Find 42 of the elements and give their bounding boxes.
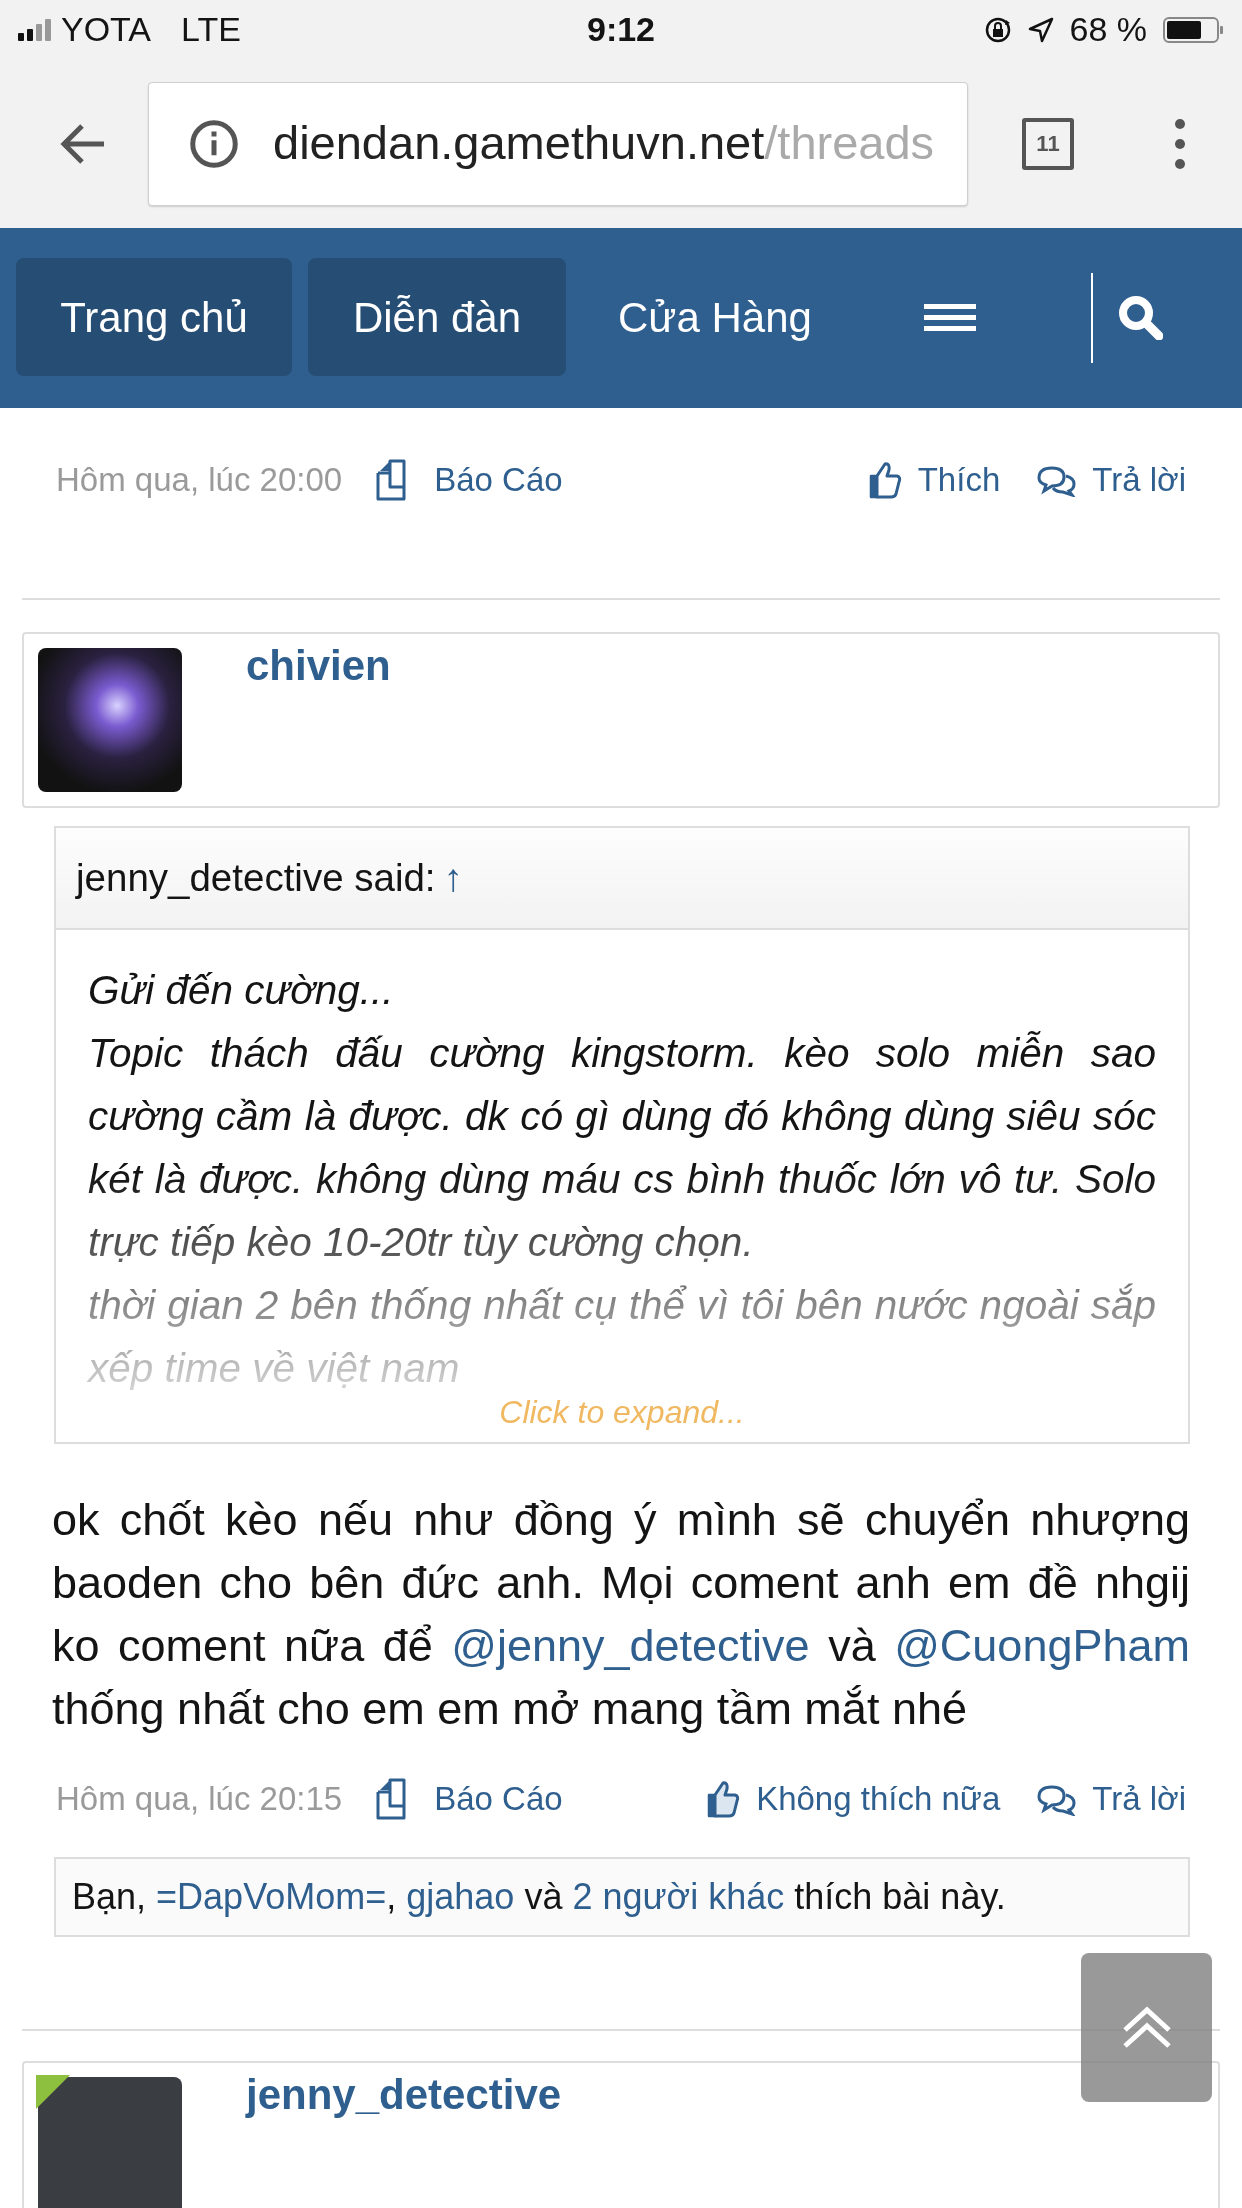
info-icon: [189, 118, 239, 169]
report-link[interactable]: Báo Cáo: [376, 455, 563, 505]
likes-summary: Bạn, =DapVoMom=, gjahao và 2 người khác thích bài này.: [72, 1875, 1006, 1919]
location-arrow-icon: [1027, 16, 1054, 43]
carrier-name: YOTA: [61, 9, 152, 50]
tab-count-button[interactable]: 11: [1022, 117, 1074, 170]
nav-tab[interactable]: Diễn đàn: [308, 258, 566, 376]
scroll-to-top-button[interactable]: [1081, 1953, 1212, 2102]
address-bar[interactable]: diendan.gamethuvn.net/threads: [148, 81, 968, 206]
username-link[interactable]: chivien: [246, 644, 391, 688]
quote-text: Topic thách đấu cường kingstorm. kèo solo miễn sao cường cầm là được. dk có gì dùng đó không dùng siêu sóc két là được. không dùng máu cs bình thuốc lớn vô tư. Solo trực tiếp kèo 10-20tr tùy cường chọn.: [88, 1029, 1156, 1267]
nav-tab[interactable]: Cửa Hàng: [582, 258, 848, 376]
like-link[interactable]: Thích: [867, 455, 1001, 505]
more-menu-icon: [1174, 117, 1186, 170]
clock-time: 9:12: [586, 10, 656, 48]
reply-link[interactable]: Trả lời: [1036, 455, 1186, 505]
post-timestamp: Hôm qua, lúc 20:15: [56, 1779, 343, 1820]
user-link[interactable]: gjahao: [406, 1876, 515, 1917]
battery-percentage: 68 %: [1069, 9, 1147, 50]
search-icon: [1116, 294, 1163, 340]
quote-attribution: jenny_detective said:: [76, 855, 436, 902]
user-link[interactable]: =DapVoMom=: [156, 1876, 387, 1917]
rotation-lock-icon: [983, 15, 1012, 44]
url-text: diendan.gamethuvn.net/threads: [273, 115, 935, 172]
mention-link[interactable]: @CuongPham: [894, 1620, 1190, 1671]
quote-text: Gửi đến cường...: [88, 966, 395, 1015]
post-timestamp: Hôm qua, lúc 20:00: [56, 460, 343, 501]
network-type: LTE: [181, 9, 241, 50]
mention-link[interactable]: @jenny_detective: [451, 1620, 810, 1671]
signal-icon: [18, 18, 51, 41]
menu-icon: [923, 303, 976, 331]
user-link[interactable]: 2 người khác: [572, 1876, 785, 1917]
like-link[interactable]: Không thích nữa: [706, 1774, 1001, 1824]
nav-tab[interactable]: Trang chủ: [16, 258, 292, 376]
battery-icon: [1163, 16, 1224, 43]
more-menu-button[interactable]: [1174, 117, 1186, 170]
quote-text: thời gian 2 bên thống nhất cụ thể vì tôi bên nước ngoài sắp xếp time về việt nam: [88, 1281, 1156, 1393]
username-link[interactable]: jenny_detective: [246, 2073, 562, 2117]
jump-to-quote-link[interactable]: ↑: [443, 849, 463, 907]
post-text: ok chốt kèo nếu như đồng ý mình sẽ chuyển nhượng baoden cho bên đức anh. Mọi coment anh em đề nhgij ko coment nữa để @jenny_detective và @CuongPham thống nhất cho em em mở mang tầm mắt nhé: [52, 1493, 1190, 1736]
reply-link[interactable]: Trả lời: [1036, 1774, 1186, 1824]
report-link[interactable]: Báo Cáo: [376, 1774, 563, 1824]
